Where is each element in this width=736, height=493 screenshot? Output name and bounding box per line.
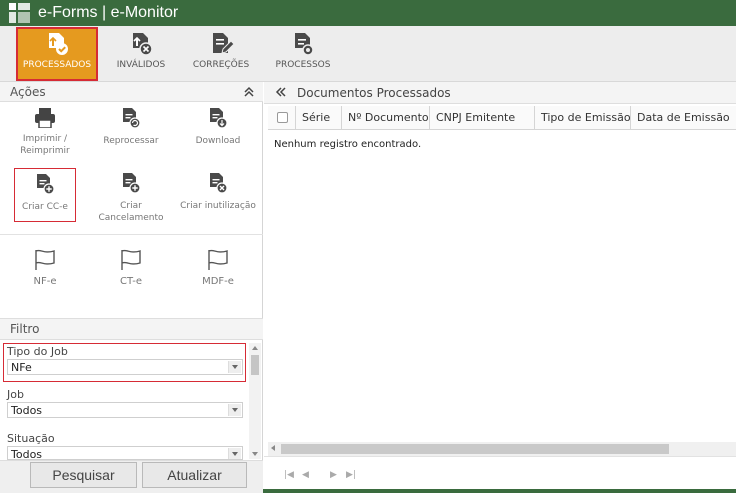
action-label: Imprimir / Reimprimir	[20, 134, 70, 156]
select-value: Todos	[11, 448, 43, 460]
scrollbar-thumb[interactable]	[281, 444, 669, 454]
action-reprocess-button[interactable]: Reprocessar	[88, 108, 174, 147]
flag-icon	[121, 249, 141, 270]
pager: |◀ ◀ ▶ ▶|	[264, 456, 736, 493]
documents-panel: Documentos Processados Série Nº Document…	[264, 82, 736, 493]
toolbar-invalidos-button[interactable]: INVÁLIDOS	[101, 28, 181, 80]
action-print-button[interactable]: Imprimir / Reimprimir	[2, 108, 88, 157]
doc-label: MDF-e	[202, 276, 234, 287]
toolbar-item-label: PROCESSOS	[275, 60, 331, 70]
action-label: Criar Cancelamento	[98, 201, 164, 223]
atualizar-button[interactable]: Atualizar	[142, 462, 247, 488]
column-header-serie[interactable]: Série	[296, 106, 342, 130]
doc-x-icon	[133, 33, 153, 56]
select-all-cell	[268, 106, 296, 130]
scroll-up-icon[interactable]	[252, 346, 258, 350]
select-value: NFe	[11, 361, 32, 374]
doc-mdfe-button[interactable]: MDF-e	[175, 249, 261, 288]
select-all-checkbox[interactable]	[277, 112, 288, 123]
scrollbar-thumb[interactable]	[251, 355, 259, 375]
bottom-accent-bar	[263, 489, 736, 493]
job-label: Job	[7, 388, 24, 401]
pesquisar-button[interactable]: Pesquisar	[30, 462, 137, 488]
app-title: e-Forms | e-Monitor	[38, 4, 179, 21]
divider	[0, 234, 263, 235]
app-logo-icon	[9, 3, 31, 23]
doc-refresh-icon	[123, 108, 141, 129]
toolbar-processados-button[interactable]: PROCESSADOS	[16, 27, 98, 81]
flag-icon	[208, 249, 228, 270]
column-header-cnpj[interactable]: CNPJ Emitente	[430, 106, 535, 130]
toolbar-item-label: CORREÇÕES	[192, 60, 250, 70]
empty-message: Nenhum registro encontrado.	[274, 139, 422, 150]
tipo-do-job-label: Tipo do Job	[7, 345, 68, 358]
toolbar-item-label: PROCESSADOS	[22, 60, 92, 70]
filter-title: Filtro	[10, 322, 40, 336]
doc-edit-icon	[213, 33, 234, 54]
doc-label: CT-e	[120, 276, 142, 287]
first-page-icon[interactable]: |◀	[284, 470, 294, 480]
main-toolbar: PROCESSADOS INVÁLIDOS CORREÇÕES PROCESSO…	[0, 26, 736, 82]
last-page-icon[interactable]: ▶|	[346, 470, 356, 480]
grid-header: Série Nº Documento CNPJ Emitente Tipo de…	[268, 106, 736, 130]
action-label: Criar CC-e	[22, 202, 68, 212]
action-label: Reprocessar	[103, 136, 159, 146]
action-criar-cancelamento-button[interactable]: Criar Cancelamento	[88, 173, 174, 224]
documents-header: Documentos Processados	[264, 82, 736, 104]
doc-cte-button[interactable]: CT-e	[88, 249, 174, 288]
column-header-tipo-emissao[interactable]: Tipo de Emissão	[535, 106, 631, 130]
action-criar-cce-button[interactable]: Criar CC-e	[14, 168, 76, 222]
doc-gear-icon	[295, 33, 314, 56]
chevron-down-icon[interactable]	[228, 361, 241, 373]
select-value: Todos	[11, 404, 43, 417]
doc-download-icon	[210, 108, 228, 129]
column-header-numero[interactable]: Nº Documento	[342, 106, 430, 130]
job-select[interactable]: Todos	[7, 402, 243, 418]
left-panel: Ações Imprimir / Reimprimir Reprocessar	[0, 82, 263, 493]
actions-title: Ações	[10, 85, 46, 99]
situacao-select[interactable]: Todos	[7, 446, 243, 460]
scroll-left-icon[interactable]	[271, 445, 275, 451]
column-header-data-emissao[interactable]: Data de Emissão	[631, 106, 736, 130]
action-download-button[interactable]: Download	[175, 108, 261, 147]
toolbar-item-label: INVÁLIDOS	[116, 60, 166, 70]
chevron-down-icon[interactable]	[228, 404, 241, 416]
collapse-up-icon[interactable]	[243, 86, 255, 98]
filter-button-bar: Pesquisar Atualizar	[0, 460, 263, 493]
chevron-down-icon[interactable]	[228, 448, 241, 459]
action-criar-inutilizacao-button[interactable]: Criar inutilização	[175, 173, 261, 212]
doc-add-icon	[123, 173, 141, 194]
grid-horizontal-scrollbar[interactable]	[268, 442, 736, 456]
actions-header: Ações	[0, 82, 263, 102]
situacao-label: Situação	[7, 432, 55, 445]
documents-title: Documentos Processados	[297, 86, 451, 100]
doc-nfe-button[interactable]: NF-e	[2, 249, 88, 288]
next-page-icon[interactable]: ▶	[330, 470, 337, 480]
toolbar-correcoes-button[interactable]: CORREÇÕES	[181, 28, 261, 80]
filter-header: Filtro	[0, 318, 263, 340]
printer-icon	[35, 108, 55, 128]
flag-icon	[35, 249, 55, 270]
prev-page-icon[interactable]: ◀	[302, 470, 309, 480]
doc-label: NF-e	[33, 276, 57, 287]
toolbar-processos-button[interactable]: PROCESSOS	[263, 28, 343, 80]
title-bar: e-Forms | e-Monitor	[0, 0, 736, 26]
doc-check-icon	[49, 33, 68, 55]
tipo-do-job-select[interactable]: NFe	[7, 359, 243, 375]
doc-add-icon	[37, 174, 55, 195]
filter-scrollbar[interactable]	[249, 343, 261, 459]
action-label: Download	[195, 136, 241, 146]
doc-x-icon	[210, 173, 228, 194]
scroll-down-icon[interactable]	[252, 452, 258, 456]
collapse-left-icon[interactable]	[275, 86, 287, 98]
action-label: Criar inutilização	[180, 201, 256, 211]
